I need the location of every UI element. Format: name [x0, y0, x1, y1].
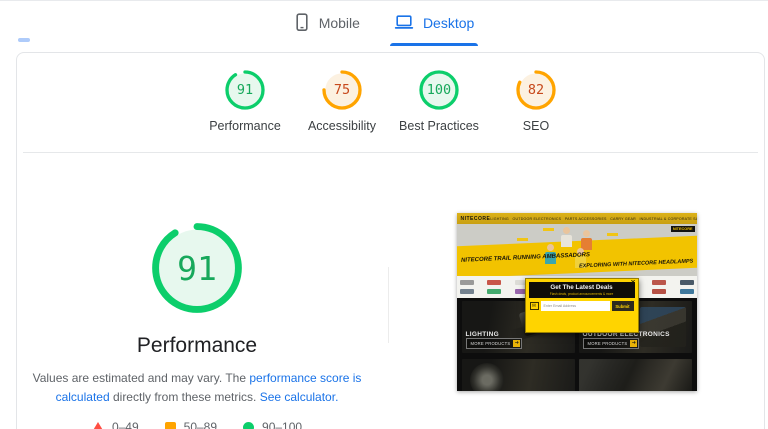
close-icon: ✕: [630, 280, 636, 286]
legend-item-fail: 0–49: [91, 420, 139, 429]
category-performance[interactable]: 91 Performance: [197, 70, 294, 152]
legend-range: 50–89: [183, 420, 218, 429]
performance-summary: 91 Performance Values are estimated and …: [17, 153, 377, 429]
description-text: directly from these metrics.: [109, 390, 260, 405]
modal-body: ✉ Enter Email Address Submit: [529, 298, 635, 315]
tile-bottom-right: [578, 359, 692, 391]
brand-logo: [679, 280, 694, 286]
submit-button: Submit: [611, 301, 634, 311]
description-text: Values are estimated and may vary. The: [32, 371, 250, 385]
gauge-performance: 91: [225, 70, 265, 110]
tile-title: LIGHTING: [465, 331, 499, 338]
tab-mobile[interactable]: Mobile: [282, 7, 372, 48]
legend-item-pass: 90–100: [243, 420, 302, 429]
legend-range: 0–49: [111, 420, 139, 429]
hero-tag: [606, 233, 618, 236]
device-tab-bar: Mobile Desktop: [0, 0, 768, 52]
modal-title: Get The Latest Deals: [550, 284, 613, 291]
desktop-laptop-icon: [394, 14, 414, 31]
arrow-icon: ➜: [513, 340, 521, 347]
performance-title: Performance: [136, 334, 258, 357]
gauge-score: 91: [177, 248, 217, 288]
see-calculator-link[interactable]: See calculator.: [260, 390, 339, 404]
email-input: Enter Email Address: [540, 301, 610, 311]
more-products-button: MORE PRODUCTS ➜: [582, 338, 640, 349]
tab-mobile-label: Mobile: [318, 14, 360, 31]
gauge-score: 100: [426, 82, 452, 98]
report-card: 91 Performance 75 Accessibility 100 Best…: [16, 52, 765, 429]
category-accessibility[interactable]: 75 Accessibility: [294, 70, 391, 152]
category-label: SEO: [522, 119, 550, 133]
legend-range: 90–100: [262, 420, 303, 429]
thumb-site-logo: NITECORE: [460, 215, 491, 222]
envelope-icon: ✉: [529, 302, 539, 310]
devices-image: [639, 307, 686, 347]
category-best-practices[interactable]: 100 Best Practices: [391, 70, 488, 152]
more-products-button: MORE PRODUCTS ➜: [465, 338, 523, 349]
brand-logo: [459, 288, 474, 294]
site-screenshot-thumbnail[interactable]: NITECORE LIGHTING OUTDOOR ELECTRONICS PA…: [456, 213, 697, 391]
lens-image: [469, 363, 504, 391]
category-label: Accessibility: [307, 119, 377, 133]
thumb-site-header: NITECORE LIGHTING OUTDOOR ELECTRONICS PA…: [456, 213, 697, 224]
category-score-row: 91 Performance 75 Accessibility 100 Best…: [17, 53, 764, 152]
category-seo[interactable]: 82 SEO: [488, 70, 585, 152]
gauge-best-practices: 100: [419, 70, 459, 110]
brand-logo: [487, 288, 501, 294]
brand-logo: [652, 288, 666, 294]
big-gauge-wrap: 91: [151, 222, 243, 314]
average-square-icon: [164, 421, 176, 429]
brand-logo: [459, 280, 474, 286]
hero-person: [580, 230, 592, 250]
modal-header: Get The Latest Deals Flash deals, produc…: [528, 282, 635, 298]
brand-logo: [487, 280, 501, 286]
fail-triangle-icon: [91, 422, 104, 429]
gauge-score: 91: [236, 82, 254, 98]
category-label: Performance: [209, 119, 281, 133]
legend-item-average: 50–89: [164, 420, 218, 429]
gauge-performance-large: 91: [151, 222, 243, 314]
gauge-seo: 82: [516, 70, 556, 110]
tile-bottom-left: [461, 359, 575, 391]
mobile-phone-icon: [294, 13, 310, 32]
pass-circle-icon: [243, 421, 255, 429]
performance-detail-section: 91 Performance Values are estimated and …: [17, 153, 764, 429]
hero-tag: [542, 228, 554, 231]
performance-description: Values are estimated and may vary. The p…: [31, 369, 363, 407]
brand-logo: [679, 288, 694, 294]
gauge-accessibility: 75: [322, 70, 362, 110]
thumb-site-nav: LIGHTING OUTDOOR ELECTRONICS PARTS ACCES…: [490, 216, 696, 221]
tab-desktop[interactable]: Desktop: [382, 7, 486, 48]
brand-logo: [652, 280, 666, 286]
score-legend: 0–49 50–89 90–100: [91, 420, 302, 429]
tab-desktop-label: Desktop: [422, 14, 475, 31]
gauge-score: 82: [527, 82, 545, 98]
gear-image: [578, 359, 692, 391]
modal-subtitle: Flash deals, product announcements & mor…: [549, 292, 614, 296]
hero-person: [560, 227, 572, 247]
screenshot-area: NITECORE LIGHTING OUTDOOR ELECTRONICS PA…: [389, 153, 764, 429]
gauge-score: 75: [333, 82, 351, 98]
hero-brand-badge: NITECORE: [670, 226, 695, 232]
device-tabs: Mobile Desktop: [0, 7, 768, 48]
thumb-hero-banner: NITECORE TRAIL RUNNING AMBASSADORS EXPLO…: [456, 224, 697, 276]
pagespeed-report: Mobile Desktop 91 Performance 75 Accessi…: [0, 0, 768, 429]
hero-tag: [516, 238, 528, 241]
arrow-icon: ➜: [630, 340, 638, 347]
category-label: Best Practices: [399, 119, 479, 133]
newsletter-modal: ✕ Get The Latest Deals Flash deals, prod…: [524, 278, 639, 333]
